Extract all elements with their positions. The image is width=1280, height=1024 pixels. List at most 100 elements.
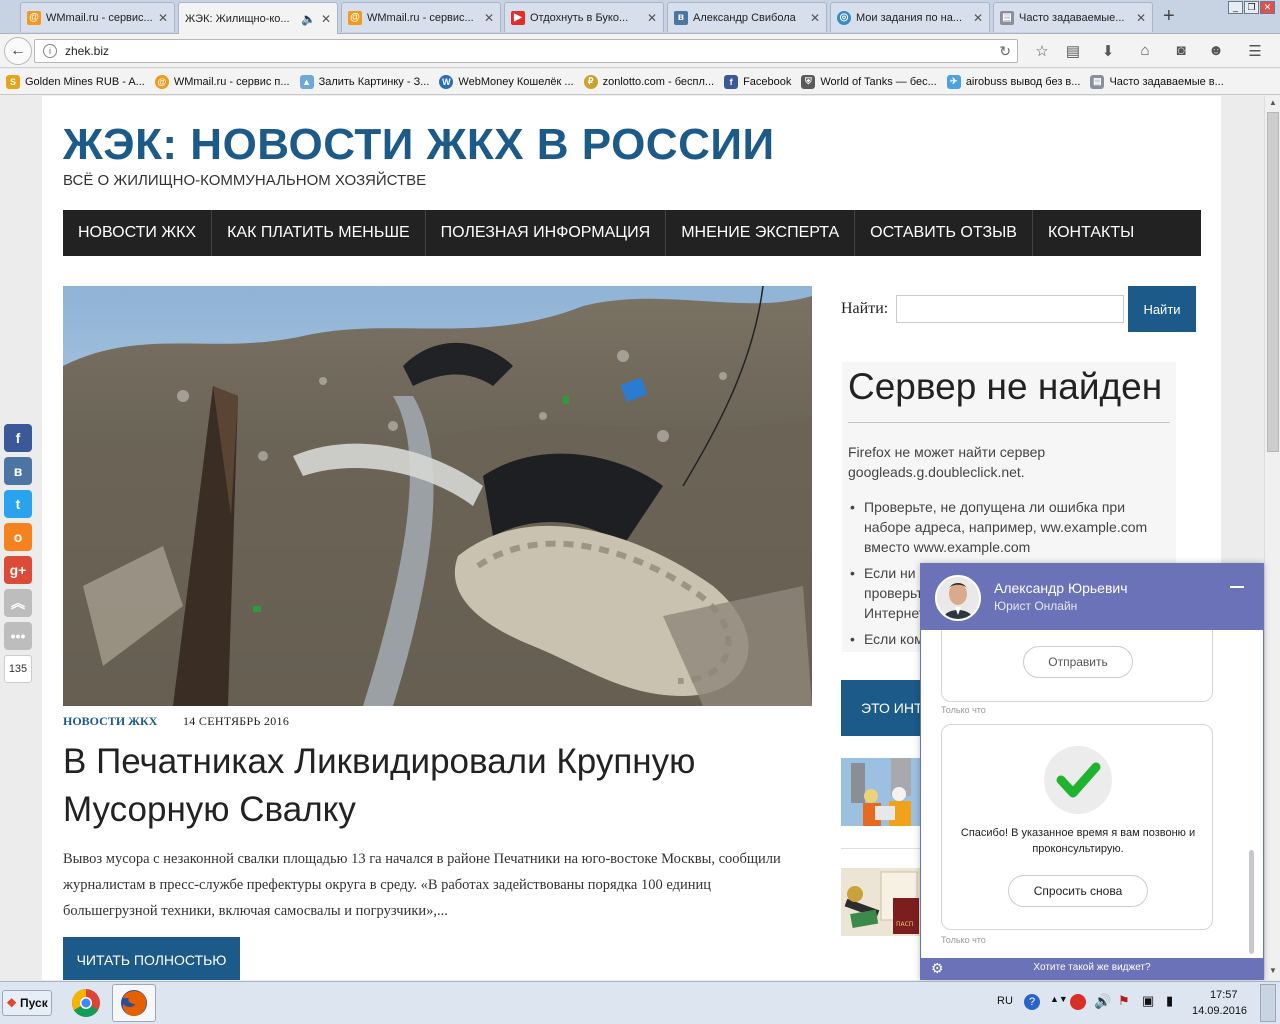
start-label: Пуск [20,996,48,1010]
close-tab-icon[interactable]: ✕ [973,11,983,25]
language-indicator[interactable]: RU [997,995,1013,1007]
minimize-window-button[interactable]: _ [1228,1,1243,14]
bookmark-item[interactable]: ▲ Залить Картинку - З... [299,74,429,89]
network-icon[interactable]: ▣ [1142,993,1154,1009]
nav-item-news[interactable]: НОВОСТИ ЖКХ [63,210,213,256]
home-icon[interactable]: ⌂ [1135,42,1155,59]
close-window-button[interactable]: ✕ [1260,1,1275,14]
tab-tasks[interactable]: ◎ Мои задания по на... ✕ [830,2,990,32]
bookmark-item[interactable]: @ WMmail.ru - сервис п... [154,74,290,89]
menu-icon[interactable]: ☰ [1245,42,1265,60]
start-button[interactable]: ❖ Пуск [2,990,52,1016]
bookmark-label: airobuss вывод без в... [965,75,1081,88]
chat-thanks-text: Спасибо! В указанное время я вам позвоню… [960,827,1196,855]
close-tab-icon[interactable]: ✕ [158,11,168,25]
tray-expand-icon[interactable]: ▲▼ [1050,994,1068,1004]
restore-window-button[interactable]: ❐ [1244,1,1259,14]
chat-scrollbar[interactable] [1249,850,1254,954]
windows-logo-icon: ❖ [6,996,18,1010]
url-text[interactable]: zhek.biz [65,44,109,58]
help-icon[interactable]: ? [1024,994,1040,1010]
vk-share-icon[interactable]: в [4,457,32,485]
bookmark-item[interactable]: W WebMoney Кошелёк ... [439,74,574,89]
divider [848,422,1170,423]
scroll-thumb[interactable] [1267,112,1279,452]
reading-list-icon[interactable]: ▤ [1063,42,1083,60]
speaker-icon[interactable]: 🔈 [301,12,316,26]
chat-header[interactable]: Александр Юрьевич Юрист Онлайн [921,564,1263,630]
bookmark-item[interactable]: ✈ airobuss вывод без в... [946,74,1081,89]
site-title[interactable]: ЖЭК: НОВОСТИ ЖКХ В РОССИИ [63,120,775,170]
flag-icon[interactable]: ⚑ [1118,993,1130,1009]
article-image[interactable] [63,286,812,706]
nav-item-useful-info[interactable]: ПОЛЕЗНАЯ ИНФОРМАЦИЯ [426,210,667,256]
bookmark-star-icon[interactable]: ☆ [1032,42,1052,60]
tab-youtube[interactable]: ▶ Отдохнуть в Буко... ✕ [504,2,664,32]
chat-footer[interactable]: ⚙ Хотите такой же виджет? [921,958,1263,979]
close-tab-icon[interactable]: ✕ [484,11,494,25]
chat-footer-link[interactable]: Хотите такой же виджет? [921,962,1263,973]
scroll-top-icon[interactable]: ︽ [4,589,32,617]
bookmark-item[interactable]: S Golden Mines RUB - A... [6,74,145,89]
page-scrollbar[interactable]: ▲ ▼ [1264,96,1280,980]
nav-item-expert[interactable]: МНЕНИЕ ЭКСПЕРТА [666,210,856,256]
nav-item-pay-less[interactable]: КАК ПЛАТИТЬ МЕНЬШЕ [212,210,426,256]
ask-again-button[interactable]: Спросить снова [1008,875,1148,907]
tab-title: WMmail.ru - сервис... [46,11,153,24]
close-tab-icon[interactable]: ✕ [810,11,820,25]
download-icon[interactable]: ⬇ [1098,42,1118,60]
article-headline[interactable]: В Печатниках Ликвидировали Крупную Мусор… [63,738,783,834]
shield-icon: ⛨ [801,74,816,89]
scroll-up-arrow-icon[interactable]: ▲ [1266,96,1280,110]
twitter-share-icon[interactable]: t [4,490,32,518]
tab-wmmail-2[interactable]: @ WMmail.ru - сервис... ✕ [341,2,501,32]
clock-time[interactable]: 17:57 [1210,989,1238,1001]
send-button[interactable]: Отправить [1023,646,1133,678]
nav-item-contacts[interactable]: КОНТАКТЫ [1033,210,1149,256]
tab-vk[interactable]: в Александр Свибола ✕ [667,2,827,32]
antivirus-icon[interactable] [1070,994,1086,1010]
clock-date[interactable]: 14.09.2016 [1192,1005,1247,1017]
search-input[interactable] [896,295,1124,323]
close-tab-icon[interactable]: ✕ [321,12,331,26]
tab-zhek[interactable]: ЖЭК: Жилищно-ко... 🔈 ✕ [178,2,338,34]
chrome-taskbar-icon[interactable] [64,984,108,1022]
read-more-button[interactable]: ЧИТАТЬ ПОЛНОСТЬЮ [63,937,240,980]
bookmark-item[interactable]: f Facebook [724,74,791,89]
show-desktop-button[interactable] [1260,984,1276,1022]
article-category[interactable]: НОВОСТИ ЖКХ [63,714,157,729]
nav-item-feedback[interactable]: ОСТАВИТЬ ОТЗЫВ [855,210,1033,256]
search-button[interactable]: Найти [1128,286,1196,332]
target-icon: ◎ [837,10,851,25]
more-share-icon[interactable]: ••• [4,622,32,650]
message-timestamp: Только что [941,935,986,945]
chat-messages: Отправить Только что Спасибо! В указанно… [921,630,1263,958]
url-bar[interactable]: i zhek.biz ↻ [34,39,1018,63]
reload-icon[interactable]: ↻ [999,43,1011,60]
facebook-share-icon[interactable]: f [4,424,32,452]
close-tab-icon[interactable]: ✕ [647,11,657,25]
sidebar-thumbnail-documents[interactable]: ПАСП [841,868,921,936]
chat-addon-icon[interactable]: ☻ [1206,42,1226,59]
firefox-taskbar-icon[interactable] [112,984,156,1022]
pocket-icon[interactable]: ◙ [1171,42,1191,59]
tab-wmmail-1[interactable]: @ WMmail.ru - сервис... ✕ [20,2,175,32]
bookmark-item[interactable]: ₽ zonlotto.com - беспл... [583,74,715,89]
bookmark-item[interactable]: ▤ Часто задаваемые в... [1090,74,1224,89]
bookmark-label: zonlotto.com - беспл... [602,75,715,88]
share-count: 135 [4,655,32,683]
close-tab-icon[interactable]: ✕ [1136,11,1146,25]
new-tab-button[interactable]: + [1163,5,1175,28]
sidebar-thumbnail-construction[interactable] [841,758,921,826]
volume-icon[interactable]: 🔊 [1094,993,1111,1010]
bookmark-item[interactable]: ⛨ World of Tanks — бес... [801,74,937,89]
odnoklassniki-share-icon[interactable]: о [4,523,32,551]
google-plus-share-icon[interactable]: g+ [4,556,32,584]
minimize-chat-icon[interactable] [1230,586,1244,588]
back-button[interactable]: ← [4,37,32,65]
error-description: Firefox не может найти сервер googleads.… [848,444,1046,480]
site-info-icon[interactable]: i [43,44,57,58]
tab-faq[interactable]: ▤ Часто задаваемые... ✕ [993,2,1153,32]
power-icon[interactable]: ▮ [1166,993,1173,1009]
scroll-down-arrow-icon[interactable]: ▼ [1266,964,1280,978]
